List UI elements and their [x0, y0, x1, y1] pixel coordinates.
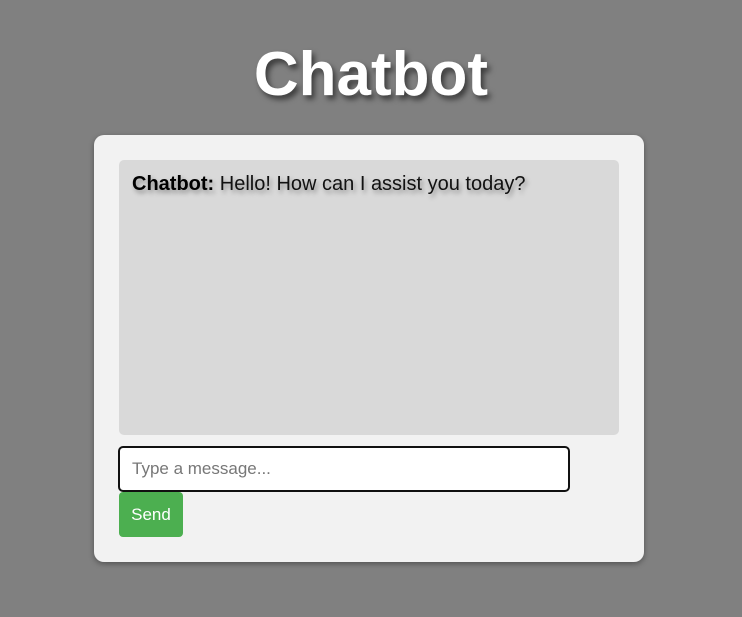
message-input[interactable]: [118, 446, 570, 492]
page-title: Chatbot: [253, 40, 489, 109]
chat-container: Chatbot: Hello! How can I assist you tod…: [94, 135, 644, 562]
chat-message: Chatbot: Hello! How can I assist you tod…: [132, 172, 606, 196]
message-text: Hello! How can I assist you today?: [219, 173, 526, 195]
chat-log[interactable]: Chatbot: Hello! How can I assist you tod…: [119, 160, 619, 435]
send-button[interactable]: Send: [119, 492, 183, 537]
message-sender: Chatbot:: [132, 173, 215, 195]
